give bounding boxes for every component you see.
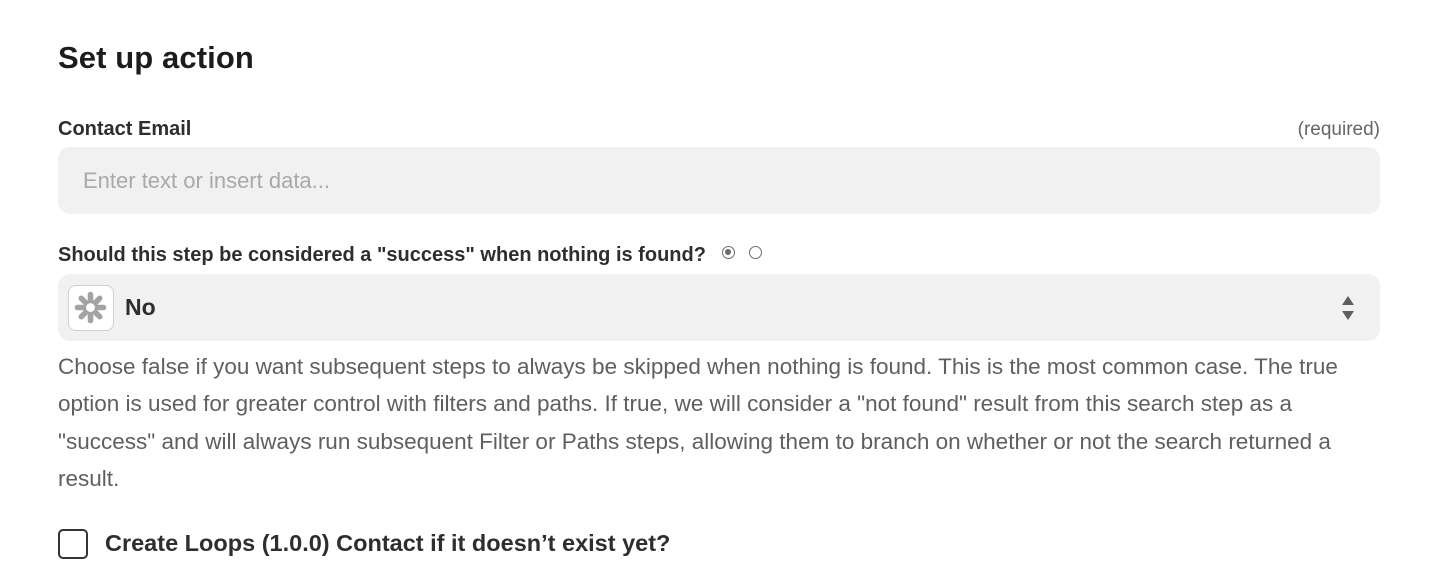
contact-email-label: Contact Email [58, 118, 192, 140]
custom-mode-radio[interactable] [748, 246, 762, 259]
create-contact-label[interactable]: Create Loops (1.0.0) Contact if it doesn… [105, 530, 670, 557]
create-contact-checkbox[interactable] [58, 529, 88, 559]
section-title: Set up action [58, 40, 254, 75]
contact-email-label-row: Contact Email (required) [58, 118, 1380, 144]
select-value: No [125, 294, 156, 320]
success-help-text: Choose false if you want subsequent step… [58, 354, 1338, 491]
success-question-row: Should this step be considered a "succes… [58, 244, 762, 272]
success-select[interactable]: No [58, 274, 1380, 341]
select-mode-radio[interactable] [722, 246, 736, 259]
contact-email-input[interactable] [58, 147, 1380, 214]
up-down-chevron-icon [1340, 294, 1356, 322]
success-question-label: Should this step be considered a "succes… [58, 244, 706, 266]
zapier-asterisk-icon [68, 285, 114, 331]
required-indicator: (required) [1297, 119, 1380, 140]
